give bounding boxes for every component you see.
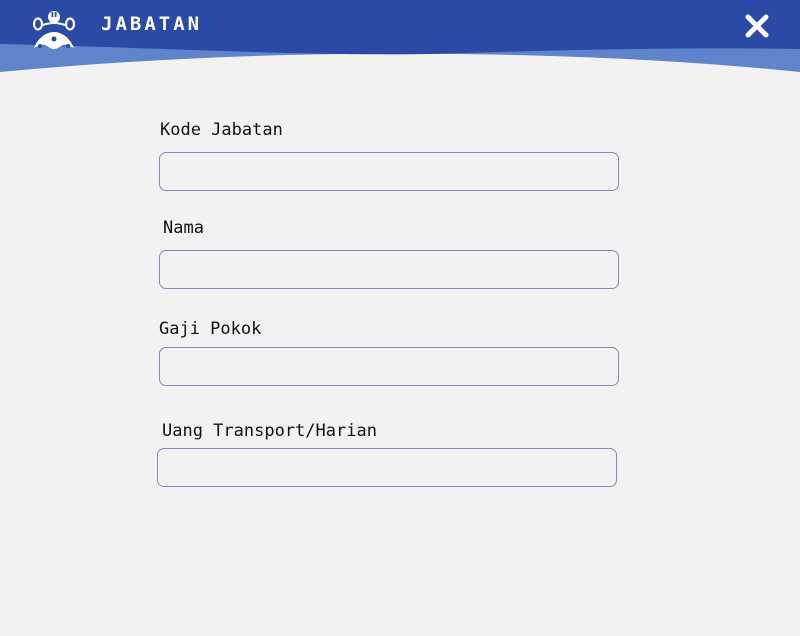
close-icon[interactable] bbox=[744, 13, 770, 39]
kode-jabatan-input[interactable] bbox=[159, 152, 619, 191]
kode-jabatan-label: Kode Jabatan bbox=[160, 120, 283, 140]
nama-input[interactable] bbox=[159, 250, 619, 289]
gaji-pokok-label: Gaji Pokok bbox=[159, 319, 262, 339]
logo-icon bbox=[32, 11, 76, 49]
nama-label: Nama bbox=[163, 218, 204, 238]
uang-transport-label: Uang Transport/Harian bbox=[162, 421, 377, 441]
uang-transport-input[interactable] bbox=[157, 448, 617, 487]
header-wave-background bbox=[0, 0, 800, 72]
page-title: JABATAN bbox=[101, 13, 203, 35]
gaji-pokok-input[interactable] bbox=[159, 347, 619, 386]
header-banner: JABATAN bbox=[0, 0, 800, 80]
